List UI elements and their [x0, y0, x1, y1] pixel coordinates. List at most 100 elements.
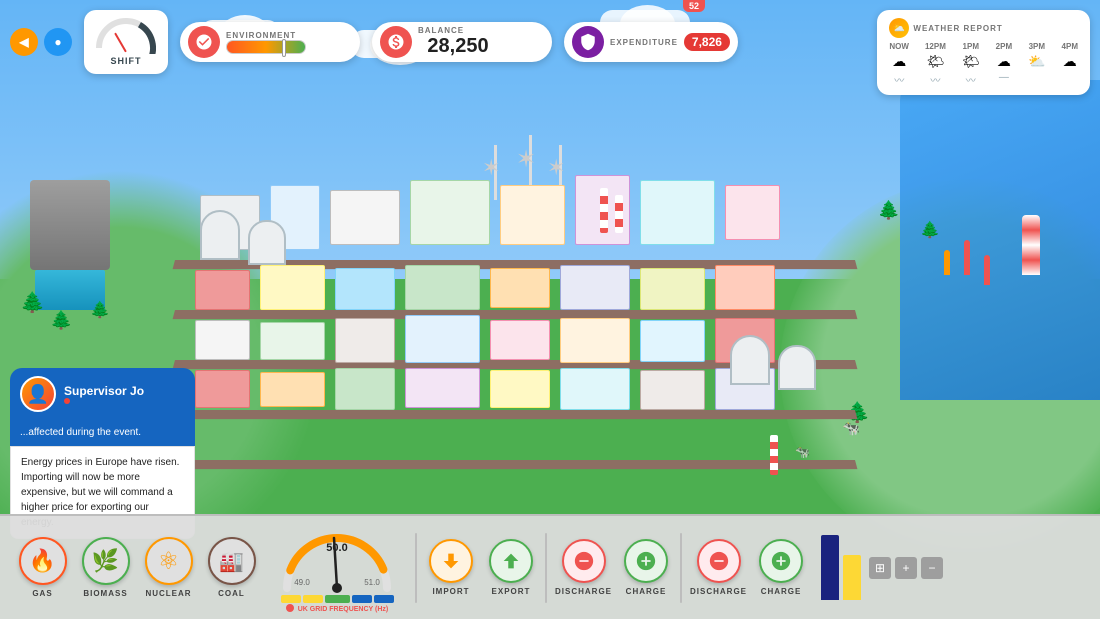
freq-bar-3 [325, 595, 350, 603]
shift-widget: SHIFT [84, 10, 168, 74]
hud-divider-1 [415, 533, 417, 603]
gas-icon: 🔥 [19, 537, 67, 585]
biomass-button[interactable]: 🌿 BIOMASS [78, 537, 133, 598]
environment-marker [282, 39, 286, 57]
gas-button[interactable]: 🔥 GAS [15, 537, 70, 598]
wind-turbine: ✶ [525, 135, 536, 174]
discharge2-icon [697, 539, 741, 583]
buoy [984, 255, 990, 285]
building [405, 265, 480, 310]
frequency-gauge: 50.0 49.0 51.0 UK GRID FREQUENCY (Hz) [277, 523, 397, 613]
charge2-label: CHARGE [761, 587, 802, 596]
export-label: EXPORT [492, 587, 531, 596]
import-icon [429, 539, 473, 583]
weather-panel: ⛅ WEATHER REPORT NOW ☁ 〰 12PM 🌤 〰 1PM 🌤 … [877, 10, 1090, 95]
balance-icon [380, 26, 412, 58]
building [560, 368, 630, 410]
score-badge: 52 [683, 0, 705, 12]
grid-button[interactable]: ⊞ [869, 557, 891, 579]
building [330, 190, 400, 245]
discharge1-button[interactable]: DISCHARGE [555, 539, 612, 596]
shift-label: SHIFT [111, 56, 142, 66]
environment-icon [188, 26, 220, 58]
hud-divider-2 [545, 533, 547, 603]
expenditure-pill: EXPENDITURE 7,826 [564, 22, 738, 62]
chimney [600, 188, 608, 233]
expenditure-label: EXPENDITURE [610, 38, 678, 47]
buoy [944, 250, 950, 275]
balance-label: BALANCE [418, 26, 498, 35]
building [640, 370, 705, 410]
tree: 🌲 [878, 200, 900, 221]
shift-gauge [96, 18, 156, 54]
battery-bar-yellow [843, 555, 861, 600]
weather-col-now: NOW ☁ 〰 [889, 42, 909, 87]
tree: 🌲 [20, 290, 45, 315]
svg-text:51.0: 51.0 [364, 578, 380, 587]
discharge1-icon [562, 539, 606, 583]
small-controls: ⊞ + − [869, 557, 943, 579]
gas-label: GAS [32, 589, 52, 598]
freq-bar-2 [303, 595, 323, 603]
building [335, 268, 395, 310]
back-button[interactable]: ◀ [10, 28, 38, 56]
tree: 🌲 [50, 310, 72, 331]
zoom-in-button[interactable]: + [895, 557, 917, 579]
menu-button[interactable]: ● [44, 28, 72, 56]
wind-turbine: ✶ [555, 145, 565, 181]
sea [900, 80, 1100, 400]
supervisor-header: 👤 Supervisor Jo [10, 368, 195, 420]
battery-display [821, 535, 861, 600]
cooling-tower [778, 345, 816, 390]
cow: 🐄 [795, 445, 810, 459]
freq-bar-4 [352, 595, 372, 603]
svg-text:49.0: 49.0 [294, 578, 310, 587]
weather-col-1pm: 1PM 🌤 〰 [962, 42, 980, 87]
bottom-hud: 🔥 GAS 🌿 BIOMASS ⚛ NUCLEAR 🏭 COAL [0, 514, 1100, 619]
cooling-tower [200, 210, 240, 260]
weather-col-3pm: 3PM ⛅ [1028, 42, 1045, 87]
environment-bar [226, 40, 306, 54]
environment-pill: ENVIRONMENT [180, 22, 360, 62]
building [725, 185, 780, 240]
freq-arc-svg: 50.0 49.0 51.0 [277, 523, 397, 593]
battery-bar-navy [821, 535, 839, 600]
tree: 🌲 [920, 220, 940, 240]
cow: 🐄 [843, 420, 860, 437]
coal-button[interactable]: 🏭 COAL [204, 537, 259, 598]
freq-dot [286, 604, 294, 612]
freq-bars [281, 595, 394, 603]
dam [30, 180, 110, 270]
discharge1-label: DISCHARGE [555, 587, 612, 596]
supervisor-name: Supervisor Jo [64, 384, 144, 398]
building [260, 265, 325, 310]
building [410, 180, 490, 245]
building [490, 370, 550, 408]
charge1-button[interactable]: CHARGE [620, 539, 672, 596]
export-icon [489, 539, 533, 583]
weather-icon: ⛅ [889, 18, 909, 38]
chimney [615, 195, 623, 233]
zoom-out-button[interactable]: − [921, 557, 943, 579]
environment-label: ENVIRONMENT [226, 31, 306, 40]
building [335, 368, 395, 410]
charge1-label: CHARGE [626, 587, 667, 596]
cooling-tower [730, 335, 770, 385]
charge2-icon [759, 539, 803, 583]
balance-value: 28,250 [418, 35, 498, 58]
expenditure-value: 7,826 [684, 33, 730, 51]
top-left-controls: ◀ ● [10, 28, 72, 56]
freq-bar-5 [374, 595, 394, 603]
discharge2-button[interactable]: DISCHARGE [690, 539, 747, 596]
supervisor-message1: ...affected during the event. [10, 420, 195, 446]
cooling-tower [248, 220, 286, 265]
import-button[interactable]: IMPORT [425, 539, 477, 596]
expenditure-icon [572, 26, 604, 58]
building [260, 372, 325, 407]
supervisor-status-dot [64, 398, 70, 404]
coal-label: COAL [218, 589, 245, 598]
freq-bar-1 [281, 595, 301, 603]
export-button[interactable]: EXPORT [485, 539, 537, 596]
nuclear-button[interactable]: ⚛ NUCLEAR [141, 537, 196, 598]
charge2-button[interactable]: CHARGE [755, 539, 807, 596]
